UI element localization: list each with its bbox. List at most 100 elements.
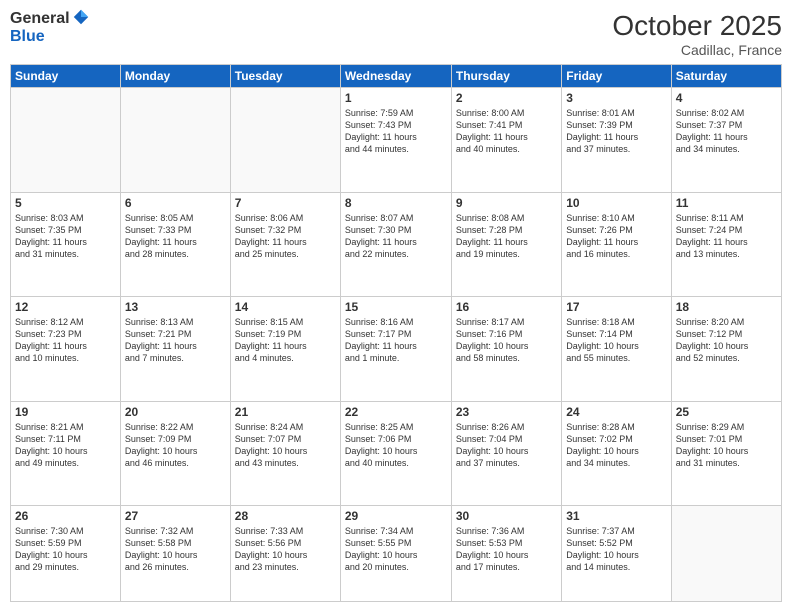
- day-number: 16: [456, 300, 557, 314]
- month-title: October 2025: [612, 10, 782, 42]
- logo-general-text: General: [10, 10, 70, 28]
- calendar-cell: 26 Sunrise: 7:30 AM Sunset: 5:59 PM Dayli…: [11, 506, 121, 602]
- calendar-cell: 28Sunrise: 7:33 AM Sunset: 5:56 PM Dayli…: [230, 506, 340, 602]
- logo-blue-text: Blue: [10, 28, 90, 46]
- calendar-cell: 24Sunrise: 8:28 AM Sunset: 7:02 PM Dayli…: [562, 401, 671, 506]
- day-number: 2: [456, 91, 557, 105]
- calendar-cell: 18 Sunrise: 8:20 AM Sunset: 7:12 PM Dayli…: [671, 297, 781, 402]
- calendar-cell: 14 Sunrise: 8:15 AM Sunset: 7:19 PM Dayli…: [230, 297, 340, 402]
- day-number: 1: [345, 91, 447, 105]
- day-info: Sunrise: 8:20 AM Sunset: 7:12 PM Dayligh…: [676, 316, 777, 365]
- calendar-cell: 13Sunrise: 8:13 AM Sunset: 7:21 PM Dayli…: [120, 297, 230, 402]
- day-number: 20: [125, 405, 226, 419]
- day-info: Sunrise: 8:15 AM Sunset: 7:19 PM Dayligh…: [235, 316, 336, 365]
- day-info: Sunrise: 7:36 AM Sunset: 5:53 PM Dayligh…: [456, 525, 557, 574]
- calendar-week-row: 12 Sunrise: 8:12 AM Sunset: 7:23 PM Dayli…: [11, 297, 782, 402]
- day-number: 7: [235, 196, 336, 210]
- day-number: 17: [566, 300, 666, 314]
- calendar-cell: 21Sunrise: 8:24 AM Sunset: 7:07 PM Dayli…: [230, 401, 340, 506]
- day-info: Sunrise: 8:11 AM Sunset: 7:24 PM Dayligh…: [676, 212, 777, 261]
- day-header-friday: Friday: [562, 65, 671, 88]
- day-info: Sunrise: 7:33 AM Sunset: 5:56 PM Dayligh…: [235, 525, 336, 574]
- day-info: Sunrise: 8:01 AM Sunset: 7:39 PM Dayligh…: [566, 107, 666, 156]
- day-number: 6: [125, 196, 226, 210]
- logo: General Blue: [10, 10, 90, 45]
- calendar-cell: 17 Sunrise: 8:18 AM Sunset: 7:14 PM Dayli…: [562, 297, 671, 402]
- day-number: 26: [15, 509, 116, 523]
- calendar-week-row: 19Sunrise: 8:21 AM Sunset: 7:11 PM Dayli…: [11, 401, 782, 506]
- calendar-cell: [230, 88, 340, 193]
- calendar-header-row: SundayMondayTuesdayWednesdayThursdayFrid…: [11, 65, 782, 88]
- title-block: October 2025 Cadillac, France: [612, 10, 782, 58]
- day-number: 25: [676, 405, 777, 419]
- day-number: 18: [676, 300, 777, 314]
- page: General Blue October 2025 Cadillac, Fran…: [0, 0, 792, 612]
- day-number: 11: [676, 196, 777, 210]
- calendar-cell: 1Sunrise: 7:59 AM Sunset: 7:43 PM Daylig…: [340, 88, 451, 193]
- calendar-cell: 20 Sunrise: 8:22 AM Sunset: 7:09 PM Dayli…: [120, 401, 230, 506]
- calendar-cell: 2 Sunrise: 8:00 AM Sunset: 7:41 PM Daylig…: [451, 88, 561, 193]
- day-info: Sunrise: 8:13 AM Sunset: 7:21 PM Dayligh…: [125, 316, 226, 365]
- day-header-sunday: Sunday: [11, 65, 121, 88]
- day-number: 29: [345, 509, 447, 523]
- day-header-saturday: Saturday: [671, 65, 781, 88]
- calendar-cell: [11, 88, 121, 193]
- day-info: Sunrise: 8:25 AM Sunset: 7:06 PM Dayligh…: [345, 421, 447, 470]
- location-subtitle: Cadillac, France: [612, 42, 782, 58]
- calendar-cell: 9 Sunrise: 8:08 AM Sunset: 7:28 PM Daylig…: [451, 192, 561, 297]
- calendar-cell: 27Sunrise: 7:32 AM Sunset: 5:58 PM Dayli…: [120, 506, 230, 602]
- calendar-cell: 6 Sunrise: 8:05 AM Sunset: 7:33 PM Daylig…: [120, 192, 230, 297]
- day-info: Sunrise: 8:16 AM Sunset: 7:17 PM Dayligh…: [345, 316, 447, 365]
- calendar-cell: 7 Sunrise: 8:06 AM Sunset: 7:32 PM Daylig…: [230, 192, 340, 297]
- day-number: 14: [235, 300, 336, 314]
- calendar-cell: 29Sunrise: 7:34 AM Sunset: 5:55 PM Dayli…: [340, 506, 451, 602]
- day-number: 27: [125, 509, 226, 523]
- calendar-cell: 15Sunrise: 8:16 AM Sunset: 7:17 PM Dayli…: [340, 297, 451, 402]
- day-number: 9: [456, 196, 557, 210]
- day-info: Sunrise: 8:10 AM Sunset: 7:26 PM Dayligh…: [566, 212, 666, 261]
- day-info: Sunrise: 8:02 AM Sunset: 7:37 PM Dayligh…: [676, 107, 777, 156]
- day-number: 4: [676, 91, 777, 105]
- day-number: 23: [456, 405, 557, 419]
- day-number: 5: [15, 196, 116, 210]
- day-number: 12: [15, 300, 116, 314]
- day-info: Sunrise: 8:18 AM Sunset: 7:14 PM Dayligh…: [566, 316, 666, 365]
- calendar-cell: 30Sunrise: 7:36 AM Sunset: 5:53 PM Dayli…: [451, 506, 561, 602]
- day-info: Sunrise: 8:05 AM Sunset: 7:33 PM Dayligh…: [125, 212, 226, 261]
- calendar-cell: 11 Sunrise: 8:11 AM Sunset: 7:24 PM Dayli…: [671, 192, 781, 297]
- day-number: 3: [566, 91, 666, 105]
- day-info: Sunrise: 7:30 AM Sunset: 5:59 PM Dayligh…: [15, 525, 116, 574]
- day-number: 8: [345, 196, 447, 210]
- day-number: 24: [566, 405, 666, 419]
- day-info: Sunrise: 8:12 AM Sunset: 7:23 PM Dayligh…: [15, 316, 116, 365]
- calendar-cell: [120, 88, 230, 193]
- calendar-cell: 31 Sunrise: 7:37 AM Sunset: 5:52 PM Dayli…: [562, 506, 671, 602]
- calendar-cell: 12 Sunrise: 8:12 AM Sunset: 7:23 PM Dayli…: [11, 297, 121, 402]
- calendar-cell: [671, 506, 781, 602]
- calendar-week-row: 5 Sunrise: 8:03 AM Sunset: 7:35 PM Daylig…: [11, 192, 782, 297]
- calendar-cell: 10Sunrise: 8:10 AM Sunset: 7:26 PM Dayli…: [562, 192, 671, 297]
- calendar-cell: 5 Sunrise: 8:03 AM Sunset: 7:35 PM Daylig…: [11, 192, 121, 297]
- calendar-week-row: 26 Sunrise: 7:30 AM Sunset: 5:59 PM Dayli…: [11, 506, 782, 602]
- day-info: Sunrise: 7:37 AM Sunset: 5:52 PM Dayligh…: [566, 525, 666, 574]
- day-header-tuesday: Tuesday: [230, 65, 340, 88]
- calendar-cell: 25Sunrise: 8:29 AM Sunset: 7:01 PM Dayli…: [671, 401, 781, 506]
- day-info: Sunrise: 8:22 AM Sunset: 7:09 PM Dayligh…: [125, 421, 226, 470]
- day-info: Sunrise: 8:17 AM Sunset: 7:16 PM Dayligh…: [456, 316, 557, 365]
- day-info: Sunrise: 8:21 AM Sunset: 7:11 PM Dayligh…: [15, 421, 116, 470]
- header: General Blue October 2025 Cadillac, Fran…: [10, 10, 782, 58]
- calendar-cell: 23Sunrise: 8:26 AM Sunset: 7:04 PM Dayli…: [451, 401, 561, 506]
- calendar-cell: 3 Sunrise: 8:01 AM Sunset: 7:39 PM Daylig…: [562, 88, 671, 193]
- calendar-cell: 8Sunrise: 8:07 AM Sunset: 7:30 PM Daylig…: [340, 192, 451, 297]
- day-number: 31: [566, 509, 666, 523]
- day-header-wednesday: Wednesday: [340, 65, 451, 88]
- logo-icon: [72, 8, 90, 26]
- day-info: Sunrise: 8:24 AM Sunset: 7:07 PM Dayligh…: [235, 421, 336, 470]
- day-header-monday: Monday: [120, 65, 230, 88]
- calendar-week-row: 1Sunrise: 7:59 AM Sunset: 7:43 PM Daylig…: [11, 88, 782, 193]
- day-info: Sunrise: 8:08 AM Sunset: 7:28 PM Dayligh…: [456, 212, 557, 261]
- day-info: Sunrise: 8:00 AM Sunset: 7:41 PM Dayligh…: [456, 107, 557, 156]
- day-info: Sunrise: 8:03 AM Sunset: 7:35 PM Dayligh…: [15, 212, 116, 261]
- calendar-cell: 4 Sunrise: 8:02 AM Sunset: 7:37 PM Daylig…: [671, 88, 781, 193]
- day-info: Sunrise: 8:06 AM Sunset: 7:32 PM Dayligh…: [235, 212, 336, 261]
